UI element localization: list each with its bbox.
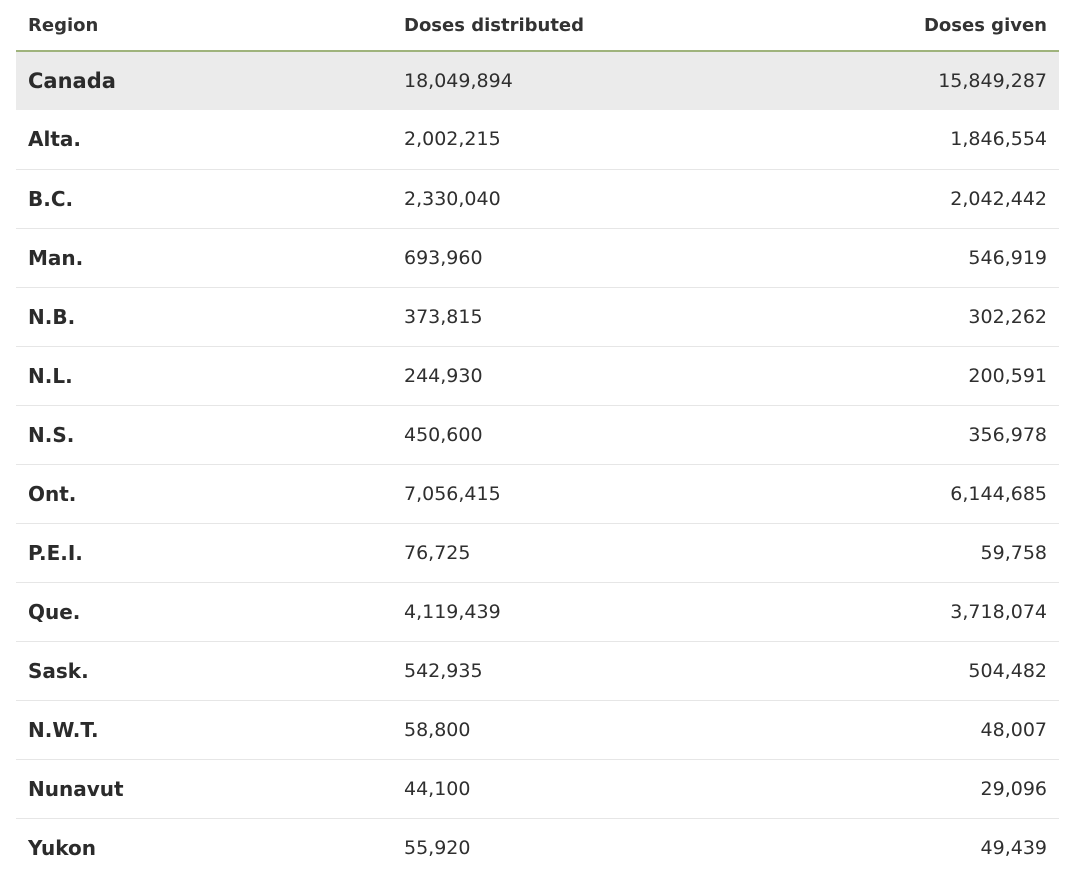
doses-distributed-cell: 244,930 (392, 346, 812, 406)
column-header-region: Region (16, 0, 392, 52)
region-cell: N.B. (16, 287, 392, 347)
region-cell: Yukon (28, 835, 97, 860)
doses-given-cell: 48,007 (812, 700, 1059, 760)
doses-distributed-cell: 373,815 (392, 287, 812, 347)
region-cell: Ont. (16, 464, 392, 524)
doses-given-cell: 356,978 (812, 405, 1059, 465)
column-header-doses-distributed: Doses distributed (392, 0, 812, 52)
doses-distributed-cell: 2,330,040 (392, 169, 812, 229)
doses-distributed-cell: 450,600 (392, 405, 812, 465)
region-cell: Que. (16, 582, 392, 642)
doses-given-cell: 546,919 (812, 228, 1059, 288)
table-row: N.B. 373,815 302,262 (16, 287, 1059, 347)
doses-distributed-cell: 4,119,439 (392, 582, 812, 642)
table-row: N.L. 244,930 200,591 (16, 346, 1059, 406)
region-cell: Alta. (16, 110, 392, 170)
table-row: Nunavut 44,100 29,096 (16, 759, 1059, 819)
doses-given-cell: 302,262 (812, 287, 1059, 347)
region-cell: N.S. (16, 405, 392, 465)
region-cell: Nunavut (16, 759, 392, 819)
doses-distributed-cell: 7,056,415 (392, 464, 812, 524)
region-cell: Canada (16, 51, 392, 110)
region-cell: Sask. (16, 641, 392, 701)
vaccine-doses-table-container: Region Doses distributed Doses given Can… (16, 0, 1059, 877)
doses-given-cell: 2,042,442 (812, 169, 1059, 229)
doses-given-cell: 29,096 (812, 759, 1059, 819)
region-cell: B.C. (16, 169, 392, 229)
doses-distributed-cell: 2,002,215 (392, 110, 812, 170)
doses-given-cell: 15,849,287 (812, 51, 1059, 110)
doses-given-cell: 1,846,554 (812, 110, 1059, 170)
doses-distributed-cell: 542,935 (392, 641, 812, 701)
doses-given-cell: 59,758 (812, 523, 1059, 583)
region-cell: Man. (16, 228, 392, 288)
table-row: Que. 4,119,439 3,718,074 (16, 582, 1059, 642)
table-row: N.W.T. 58,800 48,007 (16, 700, 1059, 760)
doses-given-cell: 3,718,074 (812, 582, 1059, 642)
table-row: Alta. 2,002,215 1,846,554 (16, 110, 1059, 170)
table-body: Canada 18,049,894 15,849,287 Alta. 2,002,215… (16, 51, 1059, 877)
table-row: Man. 693,960 546,919 (16, 228, 1059, 288)
column-header-doses-given: Doses given (812, 0, 1059, 52)
vaccine-doses-table: Region Doses distributed Doses given Can… (16, 0, 1059, 877)
header-row: Region Doses distributed Doses given (16, 0, 1059, 52)
table-row: P.E.I. 76,725 59,758 (16, 523, 1059, 583)
doses-distributed-cell: 44,100 (392, 759, 812, 819)
doses-distributed-cell: 55,920 (404, 836, 471, 859)
doses-distributed-cell: 18,049,894 (392, 51, 812, 110)
table-row: Ont. 7,056,415 6,144,685 (16, 464, 1059, 524)
region-cell: N.L. (16, 346, 392, 406)
doses-given-cell: 504,482 (812, 641, 1059, 701)
doses-given-cell: 200,591 (812, 346, 1059, 406)
table-row: B.C. 2,330,040 2,042,442 (16, 169, 1059, 229)
region-cell: N.W.T. (16, 700, 392, 760)
doses-distributed-cell: 76,725 (392, 523, 812, 583)
table-row: Yukon 55,920 49,439 (16, 818, 1059, 877)
doses-distributed-cell: 58,800 (392, 700, 812, 760)
doses-distributed-cell: 693,960 (392, 228, 812, 288)
table-row: Sask. 542,935 504,482 (16, 641, 1059, 701)
region-cell: P.E.I. (16, 523, 392, 583)
doses-given-cell: 6,144,685 (812, 464, 1059, 524)
table-row-total: Canada 18,049,894 15,849,287 (16, 51, 1059, 110)
table-header: Region Doses distributed Doses given (16, 0, 1059, 52)
doses-given-cell: 49,439 (980, 836, 1047, 859)
table-row: N.S. 450,600 356,978 (16, 405, 1059, 465)
